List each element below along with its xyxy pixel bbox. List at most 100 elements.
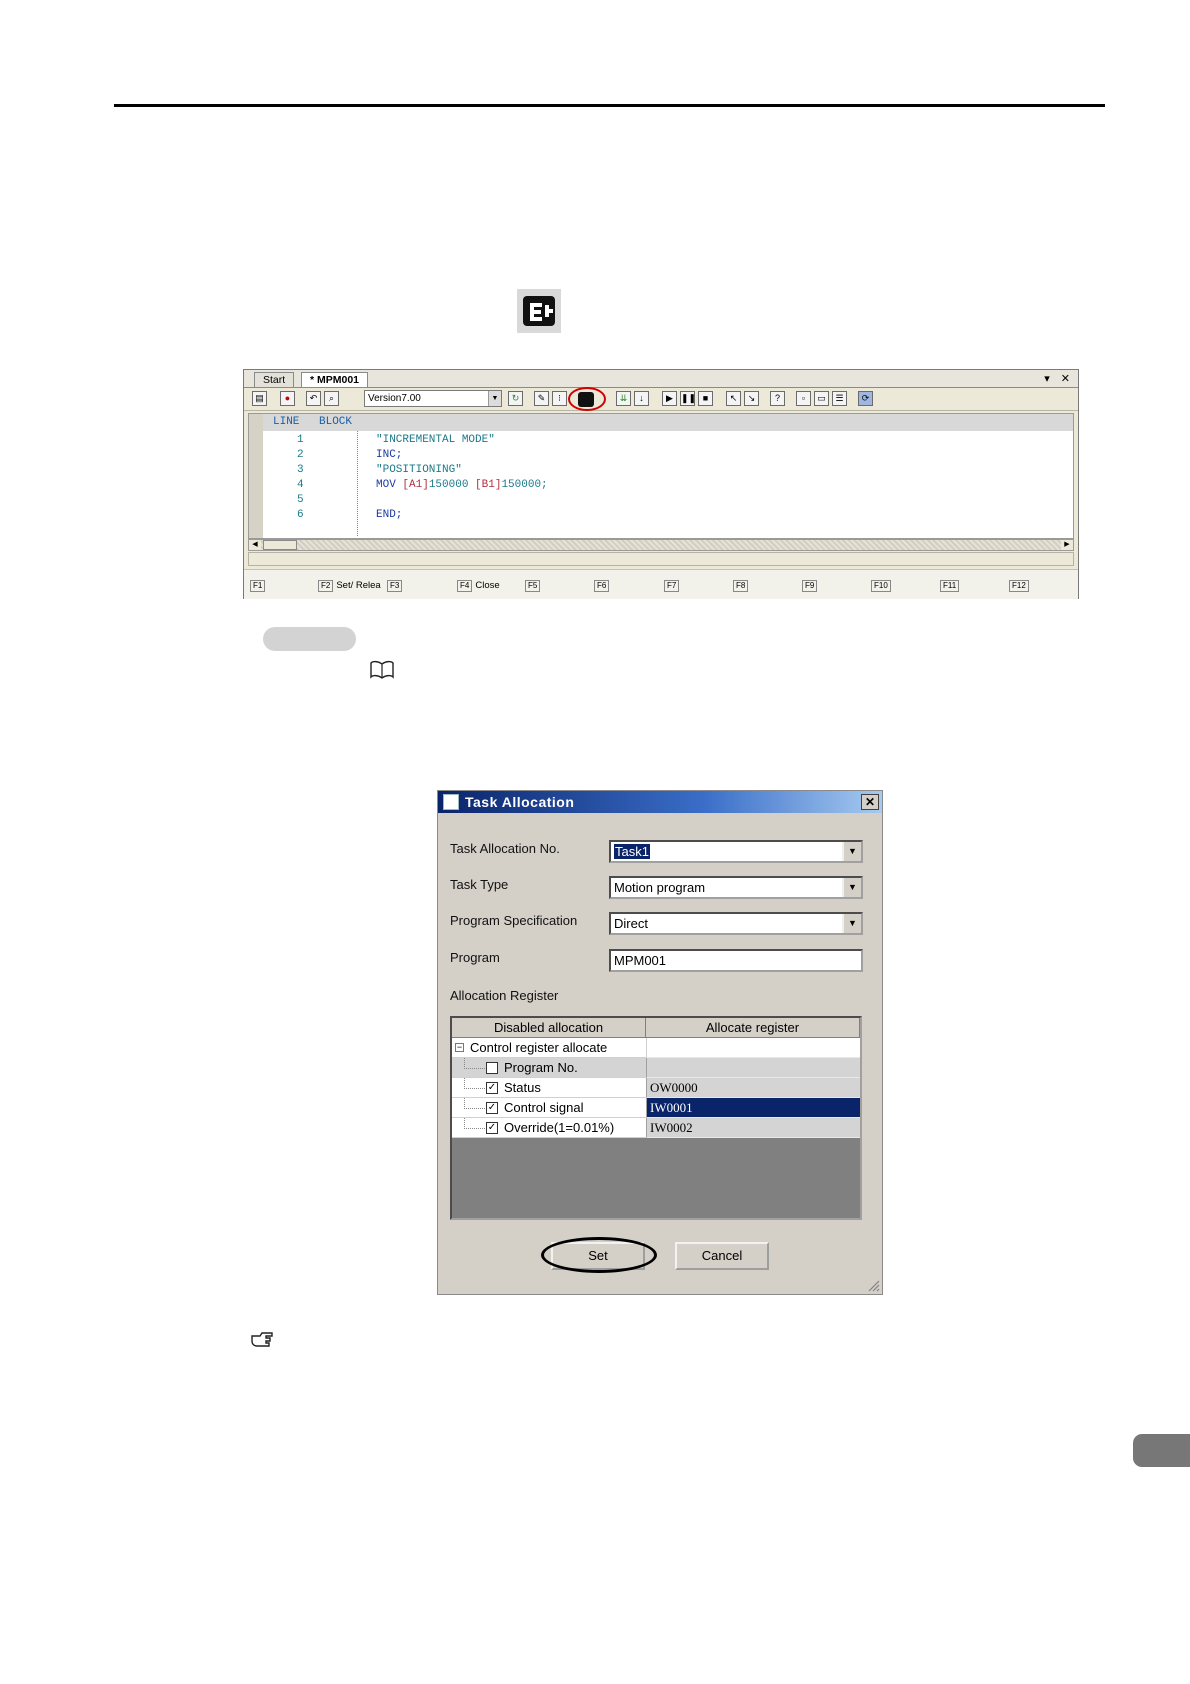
row-register-selected: IW0001 <box>646 1098 860 1118</box>
fkey-f2[interactable]: F2 Set/ Relea <box>318 580 381 592</box>
cancel-button[interactable]: Cancel <box>675 1242 769 1270</box>
reference-pill <box>263 627 356 651</box>
fkey-f7[interactable]: F7 <box>664 580 682 592</box>
code-header: LINE BLOCK <box>263 414 1073 431</box>
program-label: Program <box>450 950 500 965</box>
program-spec-select[interactable]: Direct ▼ <box>609 912 863 935</box>
line-column-header: LINE <box>273 416 300 428</box>
chevron-down-icon: ▼ <box>488 391 501 406</box>
pointing-hand-icon <box>250 1329 276 1349</box>
row-register: OW0000 <box>646 1078 860 1098</box>
stop-icon[interactable]: ● <box>280 391 295 406</box>
arrow-down-icon[interactable]: ↓ <box>634 391 649 406</box>
program-value: MPM001 <box>614 953 667 968</box>
code-axis: [A1] <box>402 479 429 491</box>
download-icon[interactable]: ⇊ <box>616 391 631 406</box>
fkey-f9[interactable]: F9 <box>802 580 820 592</box>
edit-icon[interactable]: ✎ <box>534 391 549 406</box>
chevron-down-icon[interactable]: ▼ <box>842 878 861 897</box>
task-type-select[interactable]: Motion program ▼ <box>609 876 863 899</box>
fkey-f1[interactable]: F1 <box>250 580 268 592</box>
program-editor-window: Start * MPM001 ▾ ✕ ▤ ● ↶ ⌕ Version7.00 ▼… <box>243 369 1079 599</box>
code-separator <box>357 431 358 536</box>
code-area[interactable]: LINE BLOCK 1 "INCREMENTAL MODE" 2 INC; 3… <box>248 413 1074 539</box>
code-line: "INCREMENTAL MODE" <box>376 434 495 446</box>
checkbox[interactable] <box>486 1062 498 1074</box>
task-no-value: Task1 <box>614 844 650 859</box>
step-icon[interactable]: ⁝ <box>552 391 567 406</box>
checkbox-checked[interactable]: ✓ <box>486 1122 498 1134</box>
chevron-down-icon[interactable]: ▼ <box>842 914 861 933</box>
run-icon[interactable]: ▶ <box>662 391 677 406</box>
app-icon <box>443 794 459 810</box>
fkey-f10[interactable]: F10 <box>871 580 894 592</box>
pointer-down-icon[interactable]: ↘ <box>744 391 759 406</box>
version-select[interactable]: Version7.00 ▼ <box>364 390 502 407</box>
view-icon[interactable]: ▤ <box>252 391 267 406</box>
stop-square-icon[interactable]: ■ <box>698 391 713 406</box>
undo-icon[interactable]: ↶ <box>306 391 321 406</box>
scrollbar-thumb[interactable] <box>263 540 297 550</box>
line-number: 1 <box>297 434 304 446</box>
task-allocation-dialog: Task Allocation ✕ Task Allocation No. Ta… <box>437 790 883 1295</box>
program-input[interactable]: MPM001 <box>609 949 863 972</box>
checkbox-checked[interactable]: ✓ <box>486 1102 498 1114</box>
collapse-icon[interactable]: − <box>455 1043 464 1052</box>
window-controls[interactable]: ▾ ✕ <box>1044 372 1074 385</box>
breakpoint-icon[interactable]: ▫ <box>796 391 811 406</box>
book-icon <box>369 660 395 680</box>
line-number: 2 <box>297 449 304 461</box>
scroll-left-icon[interactable]: ◀ <box>249 540 261 550</box>
table-row[interactable]: ✓ Status OW0000 <box>452 1078 860 1098</box>
table-row[interactable]: ✓ Override(1=0.01%) IW0002 <box>452 1118 860 1138</box>
sync-icon[interactable]: ⟳ <box>858 391 873 406</box>
allocation-table: Disabled allocation Allocate register − … <box>450 1016 862 1220</box>
scroll-right-icon[interactable]: ▶ <box>1061 540 1073 550</box>
dialog-title-bar[interactable]: Task Allocation ✕ <box>438 791 882 813</box>
fkey-f4[interactable]: F4 Close <box>457 580 500 592</box>
search-icon[interactable]: ⌕ <box>324 391 339 406</box>
pointer-icon[interactable]: ↖ <box>726 391 741 406</box>
fkey-f3[interactable]: F3 <box>387 580 405 592</box>
task-allocation-icon <box>517 289 561 333</box>
resize-grip-icon[interactable] <box>866 1278 880 1292</box>
fkey-f12[interactable]: F12 <box>1009 580 1032 592</box>
column-header[interactable]: Disabled allocation <box>452 1018 646 1038</box>
tab-mpm001[interactable]: * MPM001 <box>301 372 369 387</box>
task-no-select[interactable]: Task1 ▼ <box>609 840 863 863</box>
table-row[interactable]: ✓ Control signal IW0001 <box>452 1098 860 1118</box>
fkey-f5[interactable]: F5 <box>525 580 543 592</box>
program-spec-value: Direct <box>614 916 648 931</box>
row-register: IW0002 <box>646 1118 860 1138</box>
version-select-value: Version7.00 <box>368 393 421 404</box>
code-line: "POSITIONING" <box>376 464 462 476</box>
line-number: 3 <box>297 464 304 476</box>
tab-start[interactable]: Start <box>254 372 295 387</box>
fkey-f8[interactable]: F8 <box>733 580 751 592</box>
code-gutter <box>249 414 263 538</box>
code-line: END; <box>376 509 403 521</box>
pause-icon[interactable]: ❚❚ <box>680 391 696 406</box>
row-name: Override(1=0.01%) <box>504 1120 615 1135</box>
fkey-f11[interactable]: F11 <box>940 580 962 592</box>
list-icon[interactable]: ☰ <box>832 391 847 406</box>
line-number: 5 <box>297 494 304 506</box>
chevron-down-icon[interactable]: ▼ <box>842 842 861 861</box>
table-row[interactable]: Program No. <box>452 1058 860 1078</box>
monitor-icon[interactable]: ▭ <box>814 391 829 406</box>
fkey-f6[interactable]: F6 <box>594 580 612 592</box>
table-row-group[interactable]: − Control register allocate <box>452 1038 860 1058</box>
status-strip <box>248 552 1074 566</box>
group-label: Control register allocate <box>470 1040 608 1055</box>
column-header[interactable]: Allocate register <box>646 1018 860 1038</box>
row-name: Program No. <box>504 1060 578 1075</box>
horizontal-scrollbar[interactable]: ◀ ▶ <box>248 539 1074 551</box>
row-name: Status <box>504 1080 541 1095</box>
chapter-tab <box>1133 1434 1190 1467</box>
refresh-icon[interactable]: ↻ <box>508 391 523 406</box>
help-icon[interactable]: ? <box>770 391 785 406</box>
dialog-title: Task Allocation <box>465 794 575 810</box>
highlight-ring <box>568 387 606 411</box>
close-icon[interactable]: ✕ <box>861 794 879 810</box>
checkbox-checked[interactable]: ✓ <box>486 1082 498 1094</box>
